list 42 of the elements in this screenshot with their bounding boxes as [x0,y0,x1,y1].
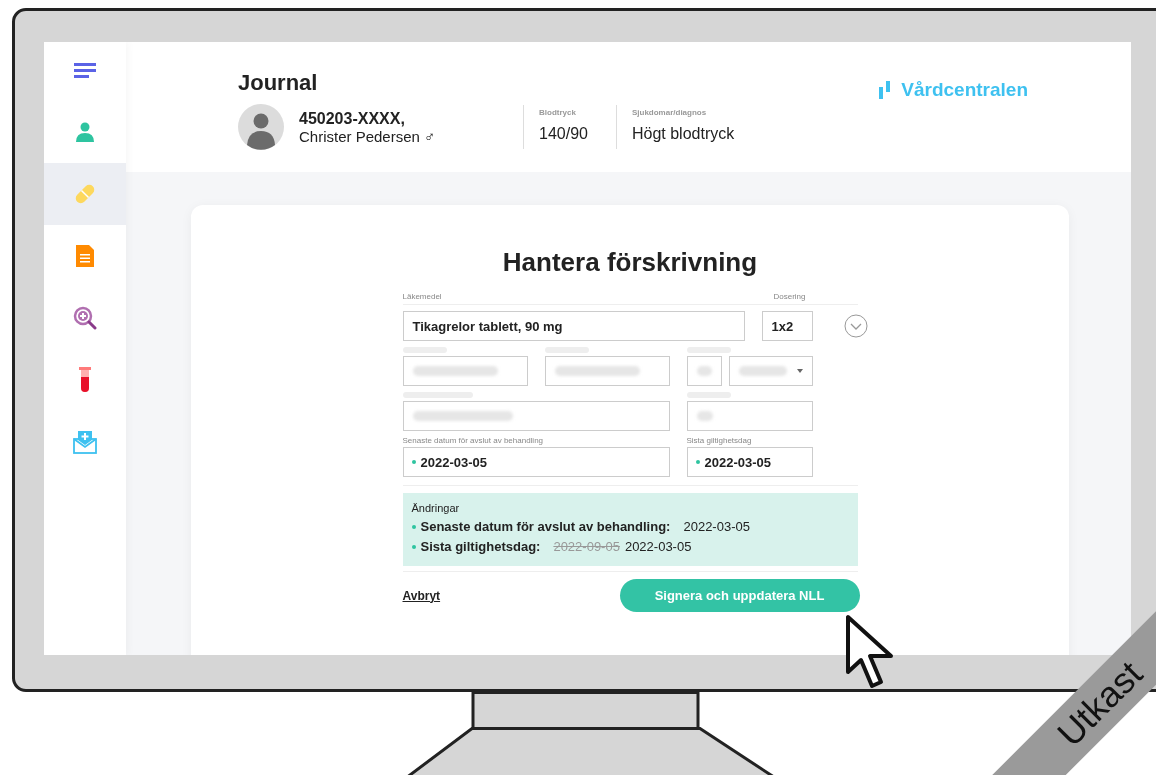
blurred-dropdown[interactable] [728,356,813,386]
old-value: 2022-09-05 [553,539,620,554]
stat-value: Högt blodtryck [631,125,735,143]
change-label: Senaste datum för avslut av behandling: [420,519,671,534]
stat-label: Blodtryck [539,108,577,117]
patient-id: 450203-XXXX, [299,109,406,128]
field-label: Läkemedel [402,292,442,301]
person-icon [76,122,94,142]
date-field[interactable]: 2022-03-05 [402,447,670,477]
document-icon [76,245,94,267]
test-tube-icon [79,367,91,393]
field-label: Sista giltighetsdag [686,436,753,445]
gender-symbol: ♂ [423,127,436,145]
logo-icon [879,81,892,99]
cancel-link[interactable]: Avbryt [402,588,441,603]
stat-label: Sjukdomar/diagnos [631,108,708,117]
date-field[interactable]: 2022-03-05 [686,447,813,477]
bullet-icon [411,524,416,529]
new-value: 2022-03-05 [683,519,750,534]
changes-title: Ändringar [411,502,461,514]
chevron-down-icon[interactable] [843,314,868,338]
search-icon [73,306,97,330]
avatar-icon [238,104,284,150]
field-label: Dosering [773,292,806,301]
bullet-icon [411,544,416,549]
menu-icon [74,62,96,78]
new-value: 2022-03-05 [624,539,692,554]
field-label: Senaste datum för avslut av behandling [402,436,545,445]
blurred-field[interactable] [686,356,722,386]
blurred-field[interactable] [544,356,670,386]
blurred-field[interactable] [686,401,813,431]
dose-field[interactable]: 1x2 [761,311,813,341]
medicine-field[interactable]: Tikagrelor tablett, 90 mg [402,311,745,341]
blurred-field[interactable] [402,401,670,431]
blurred-field[interactable] [402,356,528,386]
mail-icon [73,430,97,454]
brand-name: Vårdcentralen [901,79,1028,101]
change-label: Sista giltighetsdag: [420,539,541,554]
stat-value: 140/90 [539,125,588,143]
card-title: Hantera förskrivning [501,247,759,278]
patient-name: Christer Pedersen [299,127,420,145]
page-title: Journal [238,70,319,96]
